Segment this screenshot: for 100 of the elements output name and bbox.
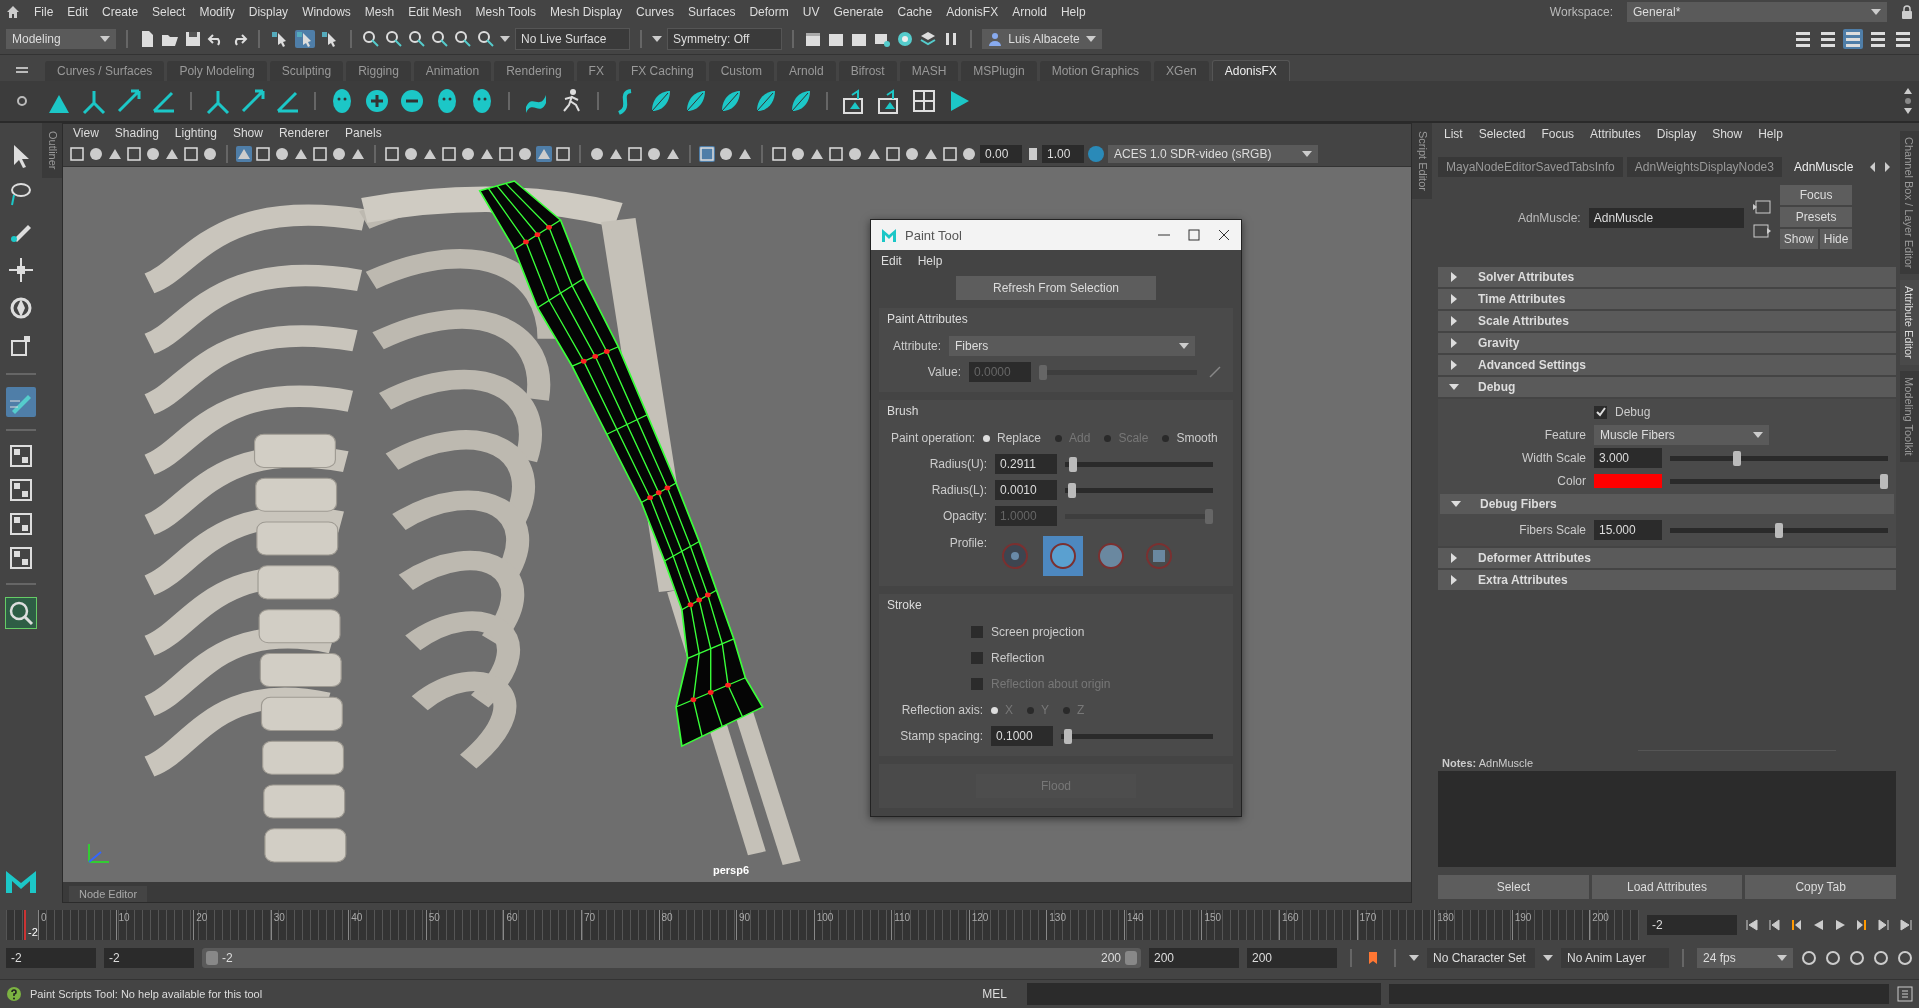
menu-icon[interactable]	[16, 64, 28, 76]
radio-button[interactable]	[983, 434, 990, 442]
sphere-icon[interactable]	[88, 146, 104, 162]
menu-item[interactable]: Generate	[833, 5, 884, 19]
caret-icon[interactable]	[1179, 343, 1189, 349]
scroll-arrows-icon[interactable]	[1903, 86, 1913, 116]
circle-minus-icon[interactable]	[398, 87, 426, 115]
node-button[interactable]: Hide	[1819, 229, 1853, 249]
range-handle[interactable]	[1125, 951, 1137, 965]
menu-item[interactable]: Attributes	[1590, 127, 1641, 141]
sphere-icon[interactable]	[790, 146, 806, 162]
menu-item[interactable]: Focus	[1541, 127, 1575, 141]
grid-icon[interactable]	[910, 87, 938, 115]
panel-button[interactable]: Copy Tab	[1745, 875, 1896, 899]
number-field[interactable]: 0.1000	[991, 726, 1053, 746]
section-header[interactable]: Scale Attributes	[1438, 311, 1896, 331]
single-pane-icon[interactable]	[8, 443, 34, 469]
shelf-tab[interactable]: FX Caching	[618, 61, 706, 81]
shelf-tab[interactable]: XGen	[1154, 61, 1209, 81]
square-icon[interactable]	[312, 146, 328, 162]
menu-item[interactable]: Curves	[636, 5, 675, 19]
shelf-tab[interactable]: AdonisFX	[1211, 60, 1290, 81]
go-to-start-icon[interactable]	[1745, 918, 1759, 932]
color-swatch[interactable]	[1594, 474, 1662, 488]
section-header[interactable]: Advanced Settings	[1438, 355, 1896, 375]
square-icon[interactable]	[555, 146, 571, 162]
checkbox[interactable]	[971, 626, 983, 638]
menu-item[interactable]: Help	[1060, 5, 1086, 19]
side-panel-tab[interactable]: Channel Box / Layer Editor	[1900, 131, 1919, 275]
two-pane-icon[interactable]	[8, 511, 34, 537]
tab-scroll-arrows-icon[interactable]	[1869, 161, 1892, 173]
selection-mask-icon[interactable]	[295, 30, 315, 48]
menu-item[interactable]: Help	[1758, 127, 1783, 141]
live-surface-field[interactable]: No Live Surface	[515, 28, 630, 50]
current-frame-marker[interactable]: -2	[24, 910, 38, 940]
script-language-label[interactable]: MEL	[982, 987, 1007, 1001]
caret-icon[interactable]	[100, 36, 110, 42]
square-icon[interactable]	[627, 146, 643, 162]
shelf-tab[interactable]: Curves / Surfaces	[45, 61, 165, 81]
sphere-icon[interactable]	[589, 146, 605, 162]
sphere-icon[interactable]	[896, 30, 914, 48]
sphere-icon[interactable]	[517, 146, 533, 162]
number-field[interactable]: 15.000	[1594, 520, 1662, 540]
shelf-tab[interactable]: Motion Graphics	[1039, 61, 1152, 81]
sphere-icon[interactable]	[847, 146, 863, 162]
node-button[interactable]: Focus	[1779, 185, 1853, 205]
workspace-dropdown[interactable]: General*	[1627, 2, 1887, 22]
section-header[interactable]: Solver Attributes	[1438, 267, 1896, 287]
sphere-icon[interactable]	[718, 146, 734, 162]
slider-thumb[interactable]	[1067, 482, 1076, 498]
square-icon[interactable]	[69, 146, 85, 162]
outliner-layout-icon[interactable]	[8, 545, 34, 571]
menu-item[interactable]: Arnold	[1012, 5, 1047, 19]
caret-icon[interactable]	[1086, 36, 1096, 42]
refresh-button[interactable]: Refresh From Selection	[956, 276, 1156, 300]
square-icon[interactable]	[255, 146, 271, 162]
search-icon[interactable]	[5, 597, 37, 629]
current-frame-field[interactable]: -2	[1647, 915, 1737, 935]
number-field[interactable]: 0.2911	[995, 454, 1057, 474]
range-slider[interactable]: -2 200	[202, 948, 1141, 968]
notes-field[interactable]	[1438, 771, 1896, 867]
step-forward-frame-icon[interactable]	[1855, 918, 1869, 932]
menu-item[interactable]: Mesh Tools	[475, 5, 536, 19]
menu-item[interactable]: Renderer	[278, 126, 329, 140]
menu-item[interactable]: UV	[802, 5, 820, 19]
node-tab[interactable]: MayaNodeEditorSavedTabsInfo	[1438, 157, 1623, 177]
end-frame-field[interactable]: 200	[1247, 948, 1337, 968]
shelf-tab[interactable]: MASH	[899, 61, 959, 81]
menu-item[interactable]: Panels	[344, 126, 382, 140]
panel-button[interactable]: Load Attributes	[1591, 875, 1743, 899]
sphere-icon[interactable]	[145, 146, 161, 162]
playback-start-field[interactable]: -2	[104, 948, 194, 968]
toggle-on-icon[interactable]	[1087, 145, 1105, 163]
node-name-field[interactable]: AdnMuscle	[1588, 208, 1744, 228]
save-icon[interactable]	[184, 30, 202, 48]
step-back-key-icon[interactable]	[1767, 918, 1781, 932]
menu-item[interactable]: Help	[917, 254, 943, 268]
square-icon[interactable]	[771, 146, 787, 162]
panel-button[interactable]: Select	[1438, 875, 1589, 899]
menu-item[interactable]: Edit	[67, 5, 89, 19]
input-connection-icon[interactable]	[1751, 199, 1772, 215]
menu-item[interactable]: Mesh Display	[550, 5, 623, 19]
maximize-icon[interactable]	[1187, 228, 1201, 242]
symmetry-field[interactable]: Symmetry: Off	[667, 28, 782, 50]
exposure-field[interactable]: 0.00	[980, 145, 1022, 163]
menu-item[interactable]: Modify	[199, 5, 235, 19]
feature-dropdown[interactable]: Muscle Fibers	[1594, 425, 1769, 445]
menu-item[interactable]: Shading	[114, 126, 159, 140]
shelf-tab[interactable]: Animation	[413, 61, 492, 81]
start-frame-field[interactable]: -2	[6, 948, 96, 968]
side-panel-tab[interactable]: Modeling Toolkit	[1900, 371, 1919, 462]
script-editor-tab[interactable]: Script Editor	[1412, 123, 1432, 199]
shelf-tab[interactable]: MSPlugin	[961, 61, 1037, 81]
caret-icon[interactable]	[1777, 955, 1787, 961]
menu-item[interactable]: Display	[248, 5, 289, 19]
color-space-dropdown[interactable]: ACES 1.0 SDR-video (sRGB)	[1108, 145, 1318, 163]
side-panel-tab[interactable]: Attribute Editor	[1900, 280, 1919, 366]
menu-item[interactable]: Deform	[749, 5, 789, 19]
menu-item[interactable]: List	[1444, 127, 1463, 141]
menu-item[interactable]: Cache	[897, 5, 933, 19]
